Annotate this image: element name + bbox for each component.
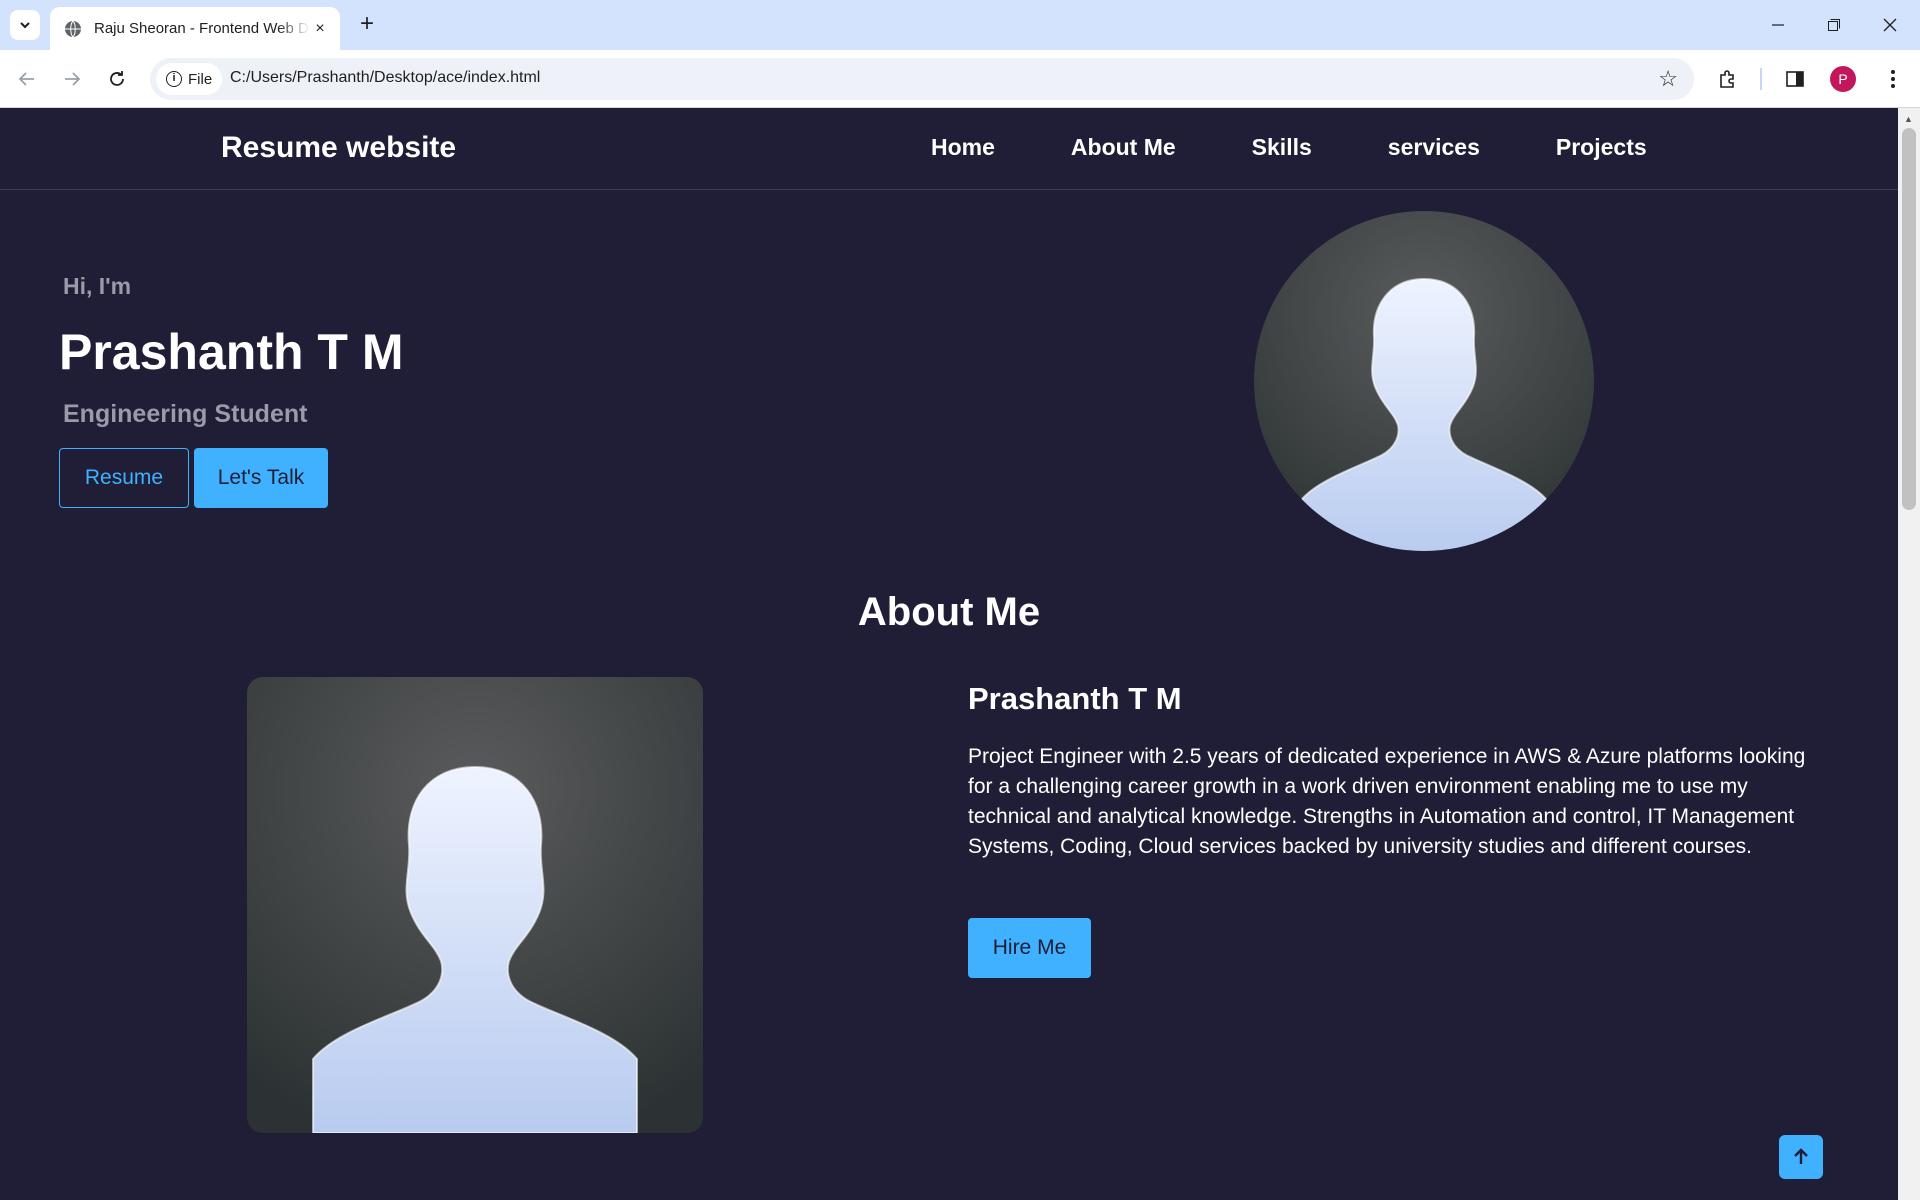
scrollbar-thumb[interactable] <box>1902 128 1916 510</box>
hire-me-button[interactable]: Hire Me <box>968 918 1091 978</box>
close-tab-icon[interactable]: × <box>310 20 330 38</box>
page-scrollbar[interactable]: ▲ <box>1898 108 1920 1200</box>
browser-tab[interactable]: Raju Sheoran - Frontend Web Developer × <box>50 7 340 50</box>
page-viewport: Resume website Home About Me Skills serv… <box>0 108 1898 1200</box>
user-silhouette-icon <box>247 677 703 1133</box>
minimize-button[interactable] <box>1750 0 1806 50</box>
back-button[interactable] <box>10 62 44 96</box>
browser-tab-bar: Raju Sheoran - Frontend Web Developer × … <box>0 0 1920 50</box>
forward-button[interactable] <box>55 62 89 96</box>
restore-icon <box>1828 19 1840 31</box>
tab-search-button[interactable] <box>10 10 40 40</box>
toolbar-divider <box>1760 68 1762 90</box>
back-to-top-button[interactable] <box>1779 1135 1823 1179</box>
side-panel-icon <box>1786 71 1804 87</box>
minimize-icon <box>1772 24 1784 26</box>
arrow-left-icon <box>18 72 34 86</box>
puzzle-icon <box>1720 70 1734 88</box>
reload-button[interactable] <box>100 62 134 96</box>
lets-talk-button[interactable]: Let's Talk <box>194 448 328 508</box>
user-silhouette-icon <box>1254 211 1594 551</box>
tab-title: Raju Sheoran - Frontend Web Developer <box>94 20 310 37</box>
reload-icon <box>110 71 124 86</box>
bookmark-star-icon[interactable]: ☆ <box>1658 66 1678 92</box>
site-nav: Home About Me Skills services Projects <box>931 134 1647 161</box>
url-text[interactable]: C:/Users/Prashanth/Desktop/ace/index.htm… <box>230 69 540 87</box>
profile-avatar[interactable]: P <box>1830 66 1856 92</box>
side-panel-button[interactable] <box>1778 62 1812 96</box>
chip-label: File <box>188 70 213 88</box>
site-header: Resume website Home About Me Skills serv… <box>0 108 1898 190</box>
site-brand[interactable]: Resume website <box>221 131 456 165</box>
globe-icon <box>65 20 81 37</box>
resume-button[interactable]: Resume <box>59 448 189 508</box>
about-name: Prashanth T M <box>968 681 1182 716</box>
info-icon: i <box>166 71 182 87</box>
nav-home[interactable]: Home <box>931 134 995 161</box>
new-tab-button[interactable]: + <box>353 10 381 40</box>
hero-profile-photo <box>1254 211 1594 551</box>
about-description: Project Engineer with 2.5 years of dedic… <box>968 745 1806 858</box>
menu-button[interactable] <box>1876 62 1910 96</box>
hero-name: Prashanth T M <box>59 324 404 380</box>
nav-services[interactable]: services <box>1388 134 1480 161</box>
site-info-chip[interactable]: i File <box>156 63 223 95</box>
hero-greeting: Hi, I'm <box>63 273 132 299</box>
restore-button[interactable] <box>1806 0 1862 50</box>
more-vertical-icon <box>1891 70 1895 88</box>
about-section-title: About Me <box>857 590 1041 634</box>
nav-skills[interactable]: Skills <box>1252 134 1312 161</box>
nav-projects[interactable]: Projects <box>1556 134 1647 161</box>
arrow-right-icon <box>65 72 81 86</box>
arrow-up-icon <box>1794 1148 1808 1164</box>
hero-role: Engineering Student <box>63 400 308 428</box>
close-window-button[interactable] <box>1862 0 1918 50</box>
scroll-up-icon[interactable]: ▲ <box>1904 114 1913 124</box>
nav-about-me[interactable]: About Me <box>1071 134 1176 161</box>
extensions-button[interactable] <box>1711 62 1745 96</box>
address-bar[interactable]: i File C:/Users/Prashanth/Desktop/ace/in… <box>150 58 1694 100</box>
about-profile-photo <box>247 677 703 1133</box>
browser-toolbar: i File C:/Users/Prashanth/Desktop/ace/in… <box>0 50 1920 108</box>
chevron-down-icon <box>20 22 30 29</box>
close-icon <box>1883 18 1897 32</box>
